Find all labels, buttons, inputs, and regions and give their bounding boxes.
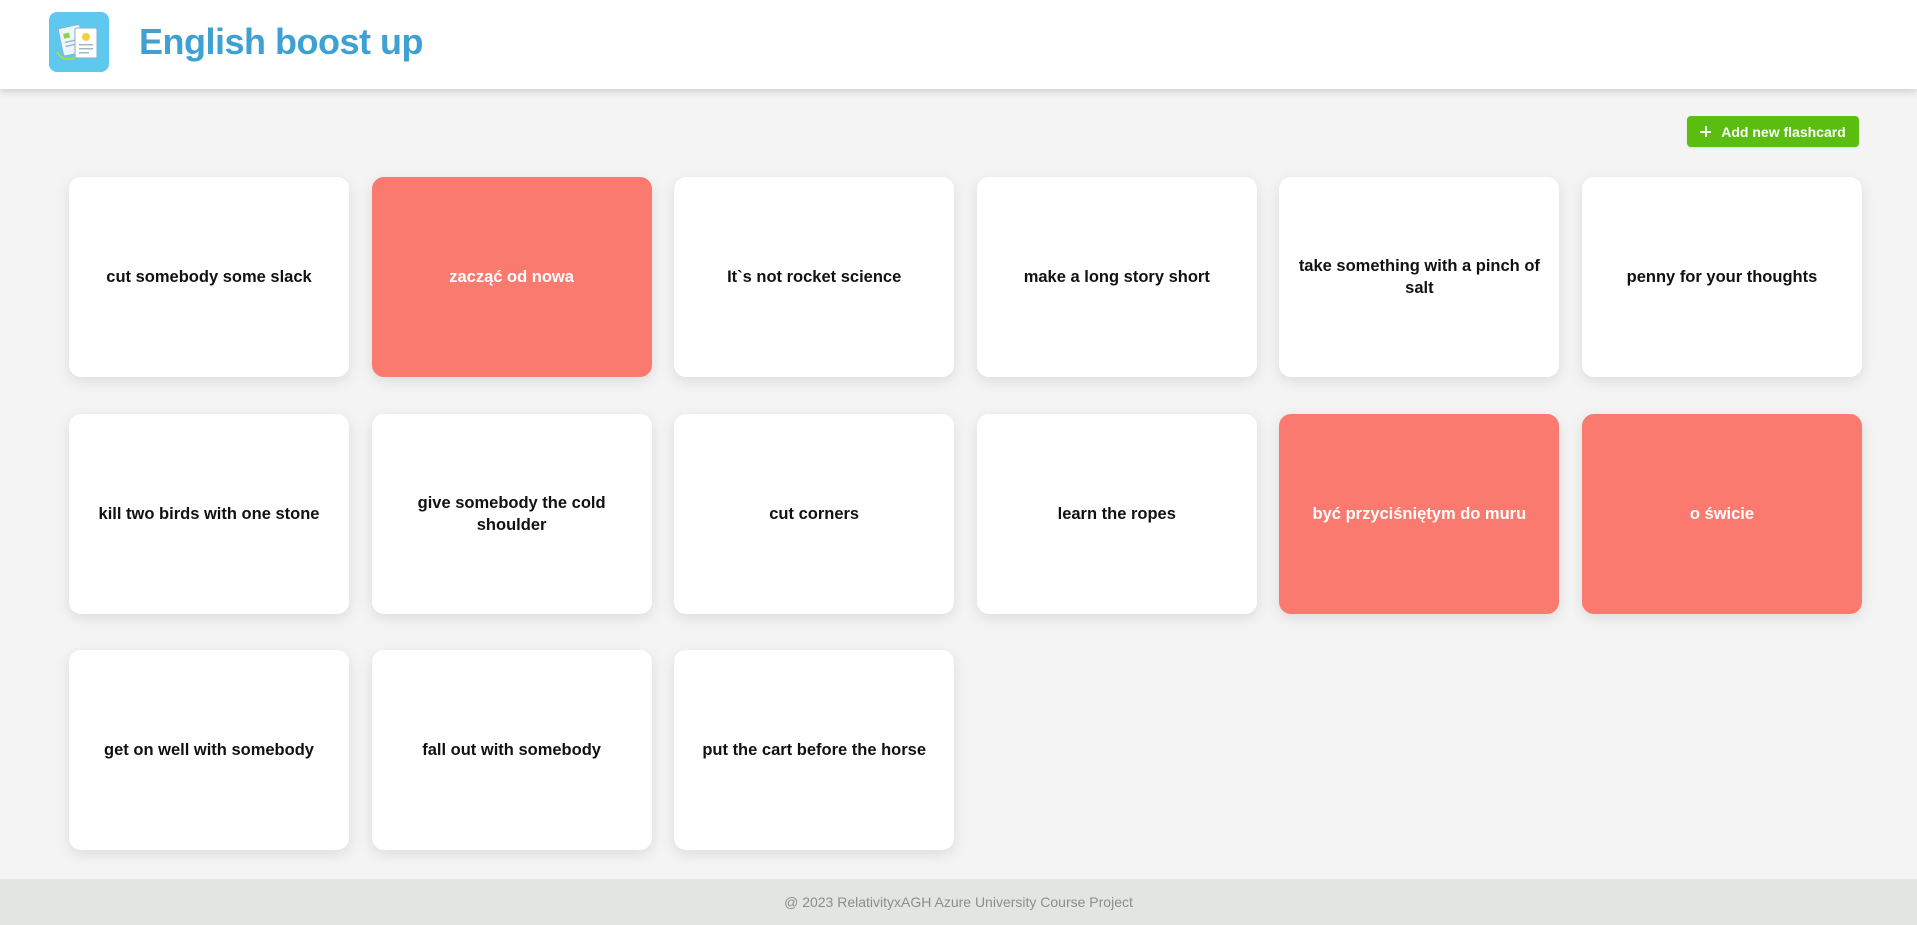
- flashcard[interactable]: get on well with somebody: [69, 650, 349, 850]
- flashcard[interactable]: It`s not rocket science: [674, 177, 955, 377]
- flashcard-text: cut somebody some slack: [106, 268, 312, 286]
- add-flashcard-button[interactable]: Add new flashcard: [1687, 116, 1859, 147]
- flashcard[interactable]: być przyciśniętym do muru: [1279, 413, 1560, 614]
- flashcard-text: learn the ropes: [1057, 504, 1176, 523]
- flashcard[interactable]: learn the ropes: [976, 413, 1257, 614]
- flashcard-text: kill two birds with one stone: [98, 504, 320, 523]
- flashcard[interactable]: make a long story short: [976, 177, 1257, 377]
- flashcard-text: cut corners: [769, 504, 860, 523]
- flashcard[interactable]: cut somebody some slack: [69, 177, 349, 377]
- flashcard[interactable]: penny for your thoughts: [1581, 177, 1862, 377]
- flashcard[interactable]: cut corners: [674, 413, 955, 614]
- flashcard-text: give somebody the cold shoulder: [417, 493, 606, 534]
- app-header: English boost up: [0, 0, 1917, 89]
- flashcard[interactable]: put the cart before the horse: [674, 650, 955, 850]
- flashcard-text: It`s not rocket science: [727, 268, 902, 286]
- flashcard-text: zacząć od nowa: [449, 268, 574, 286]
- flashcard-text: penny for your thoughts: [1626, 268, 1818, 286]
- flashcard-text: put the cart before the horse: [702, 741, 927, 759]
- flashcard[interactable]: give somebody the cold shoulder: [371, 413, 652, 614]
- flashcard-text: fall out with somebody: [422, 741, 601, 759]
- flashcard[interactable]: fall out with somebody: [371, 650, 652, 850]
- flashcard[interactable]: o świcie: [1581, 413, 1862, 614]
- flashcard-text: get on well with somebody: [104, 741, 314, 759]
- plus-icon: [1700, 126, 1712, 137]
- flashcard[interactable]: take something with a pinch of salt: [1279, 177, 1560, 377]
- flashcard-text: być przyciśniętym do muru: [1312, 504, 1527, 523]
- flashcards-icon[interactable]: [49, 12, 109, 72]
- flashcard-text: make a long story short: [1023, 268, 1210, 286]
- flashcard[interactable]: zacząć od nowa: [371, 177, 652, 377]
- flashcard-grid: cut somebody some slack zacząć od nowa It`…: [69, 177, 1862, 850]
- footer: @ 2023 RelativityxAGH Azure University C…: [0, 879, 1917, 925]
- add-flashcard-label: Add new flashcard: [1721, 123, 1846, 140]
- flashcard-text: o świcie: [1689, 504, 1755, 523]
- flashcard[interactable]: kill two birds with one stone: [69, 413, 349, 614]
- app-title: English boost up: [139, 21, 423, 62]
- flashcard-text: take something with a pinch of salt: [1298, 257, 1540, 297]
- footer-text: @ 2023 RelativityxAGH Azure University C…: [784, 894, 1133, 910]
